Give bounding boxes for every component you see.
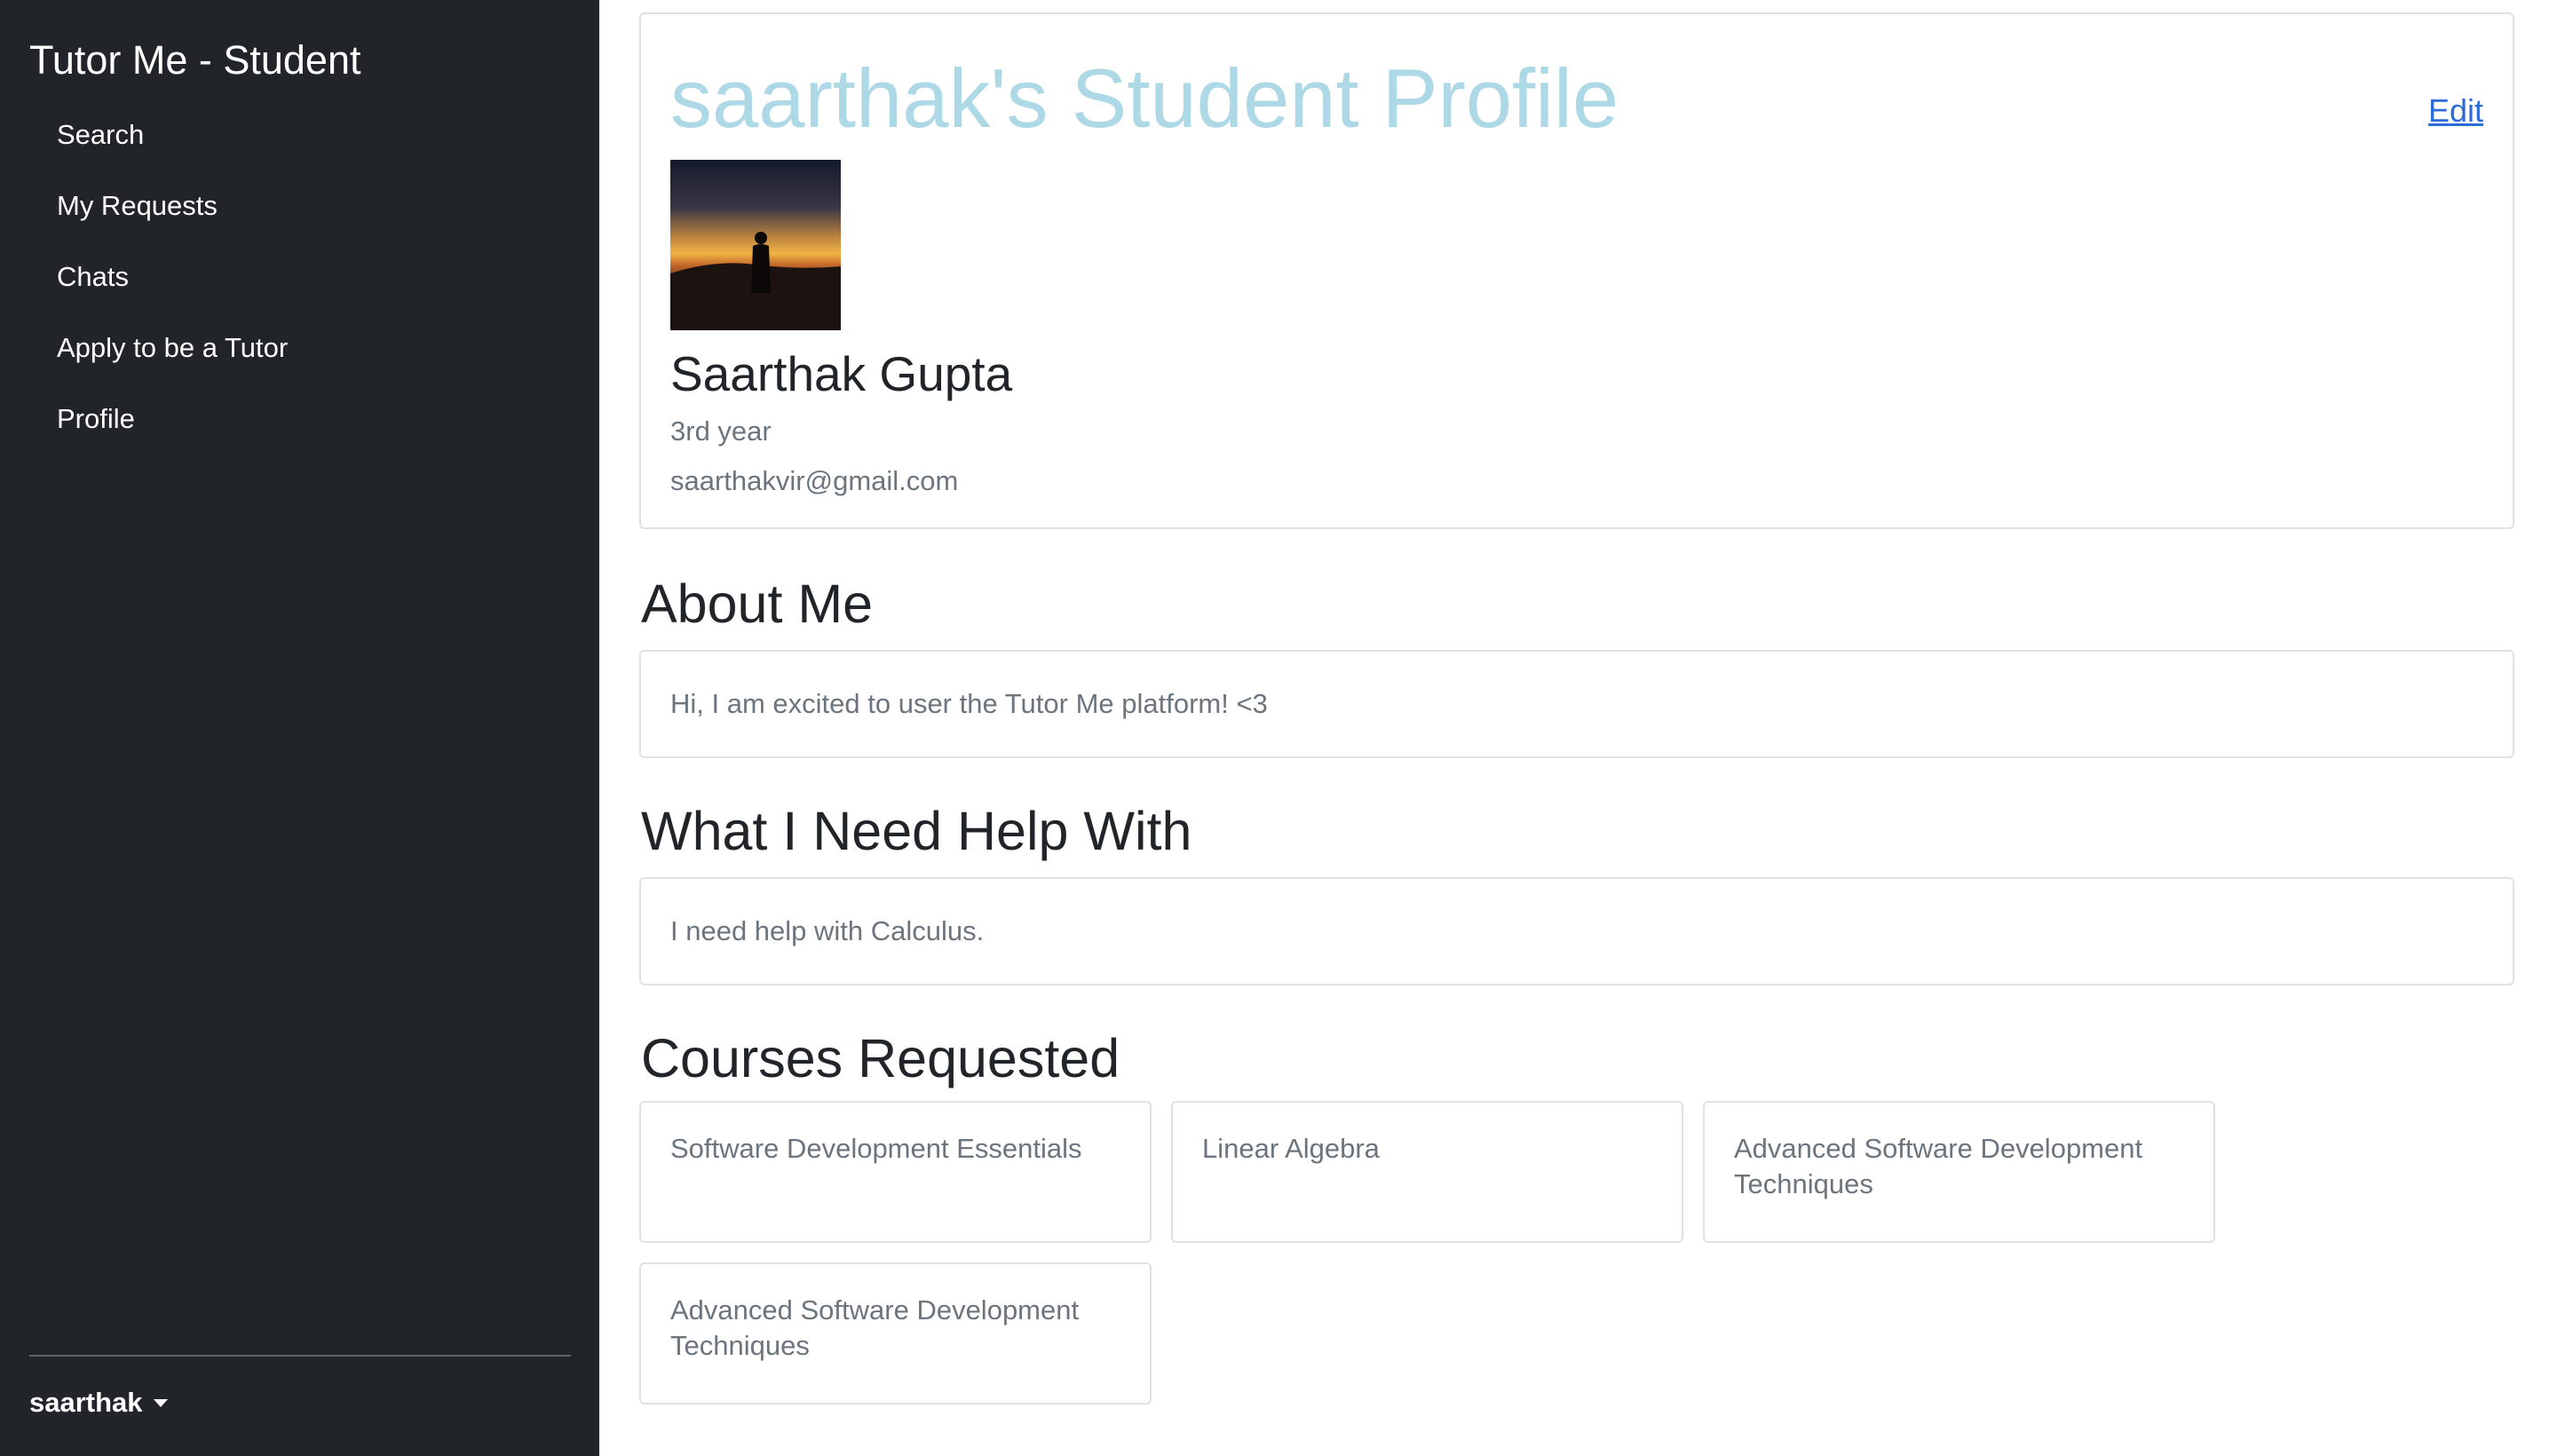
- student-name: Saarthak Gupta: [670, 346, 1013, 401]
- sidebar-item-my-requests[interactable]: My Requests: [29, 170, 571, 241]
- sidebar-item-apply-tutor[interactable]: Apply to be a Tutor: [29, 313, 571, 384]
- username-label: saarthak: [29, 1387, 143, 1418]
- course-card[interactable]: Advanced Software Development Techniques: [639, 1262, 1152, 1405]
- sidebar-divider: [29, 1355, 571, 1357]
- about-card: Hi, I am excited to user the Tutor Me pl…: [639, 650, 2514, 758]
- help-text: I need help with Calculus.: [670, 915, 985, 946]
- app-brand[interactable]: Tutor Me - Student: [29, 34, 361, 87]
- user-menu-dropdown[interactable]: saarthak: [29, 1387, 168, 1419]
- course-card[interactable]: Advanced Software Development Techniques: [1703, 1101, 2215, 1243]
- sidebar-item-search[interactable]: Search: [29, 99, 571, 170]
- student-email: saarthakvir@gmail.com: [670, 465, 959, 496]
- course-name: Advanced Software Development Techniques: [670, 1294, 1080, 1361]
- sidebar-nav: Search My Requests Chats Apply to be a T…: [29, 99, 571, 455]
- sidebar-item-profile[interactable]: Profile: [29, 384, 571, 455]
- edit-profile-link[interactable]: Edit: [2428, 92, 2483, 130]
- help-card: I need help with Calculus.: [639, 877, 2514, 985]
- help-heading: What I Need Help With: [641, 801, 1192, 861]
- about-heading: About Me: [641, 574, 874, 634]
- profile-card: saarthak's Student Profile Edit Saarthak…: [639, 12, 2514, 529]
- course-name: Advanced Software Development Techniques: [1734, 1133, 2143, 1199]
- course-name: Software Development Essentials: [670, 1133, 1082, 1164]
- student-year: 3rd year: [670, 415, 772, 447]
- avatar: [670, 160, 841, 330]
- page-title: saarthak's Student Profile: [670, 51, 1619, 145]
- sidebar-item-chats[interactable]: Chats: [29, 241, 571, 313]
- course-card[interactable]: Linear Algebra: [1171, 1101, 1683, 1243]
- about-text: Hi, I am excited to user the Tutor Me pl…: [670, 688, 1268, 719]
- course-card[interactable]: Software Development Essentials: [639, 1101, 1152, 1243]
- courses-heading: Courses Requested: [641, 1028, 1120, 1088]
- course-name: Linear Algebra: [1202, 1133, 1380, 1164]
- sidebar: Tutor Me - Student Search My Requests Ch…: [0, 0, 599, 1456]
- caret-down-icon: [153, 1398, 168, 1407]
